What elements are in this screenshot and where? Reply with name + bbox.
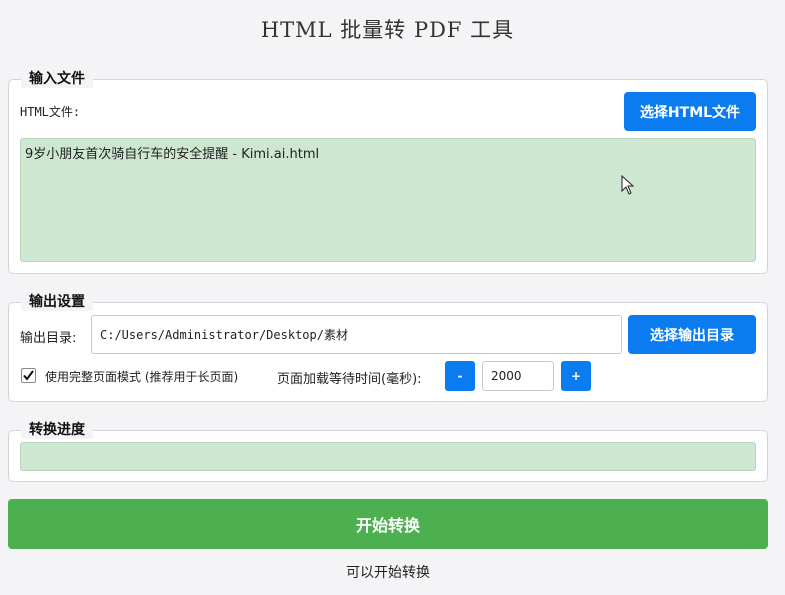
- wait-time-input[interactable]: 2000: [482, 361, 554, 391]
- output-settings-group: 输出设置 输出目录: C:/Users/Administrator/Deskto…: [8, 293, 768, 402]
- wait-decrement-button[interactable]: -: [445, 361, 475, 391]
- output-settings-group-title: 输出设置: [21, 293, 93, 311]
- wait-increment-button[interactable]: +: [561, 361, 591, 391]
- output-dir-input[interactable]: C:/Users/Administrator/Desktop/素材: [91, 315, 622, 354]
- checkmark-icon: [23, 370, 34, 381]
- wait-time-label: 页面加载等待时间(毫秒):: [277, 372, 422, 387]
- input-files-group: 输入文件 HTML文件: 选择HTML文件 9岁小朋友首次骑自行车的安全提醒 -…: [8, 70, 768, 274]
- page-title: HTML 批量转 PDF 工具: [260, 18, 515, 42]
- fullpage-mode-checkbox[interactable]: [21, 368, 36, 383]
- progress-group-title: 转换进度: [21, 421, 93, 439]
- fullpage-mode-label[interactable]: 使用完整页面模式 (推荐用于长页面): [45, 368, 238, 385]
- input-files-group-title: 输入文件: [21, 70, 93, 88]
- select-output-dir-button[interactable]: 选择输出目录: [628, 315, 756, 354]
- output-dir-label: 输出目录:: [20, 331, 77, 346]
- file-list[interactable]: 9岁小朋友首次骑自行车的安全提醒 - Kimi.ai.html: [20, 138, 756, 262]
- progress-bar: [20, 442, 756, 471]
- html-file-label: HTML文件:: [20, 105, 81, 119]
- list-item[interactable]: 9岁小朋友首次骑自行车的安全提醒 - Kimi.ai.html: [25, 143, 751, 162]
- mouse-cursor-icon: [621, 175, 635, 195]
- progress-group: 转换进度: [8, 421, 768, 482]
- app-window: HTML 批量转 PDF 工具 输入文件 HTML文件: 选择HTML文件 9岁…: [0, 0, 785, 595]
- start-convert-button[interactable]: 开始转换: [8, 499, 768, 549]
- status-text: 可以开始转换: [346, 565, 430, 581]
- select-html-button[interactable]: 选择HTML文件: [624, 92, 756, 131]
